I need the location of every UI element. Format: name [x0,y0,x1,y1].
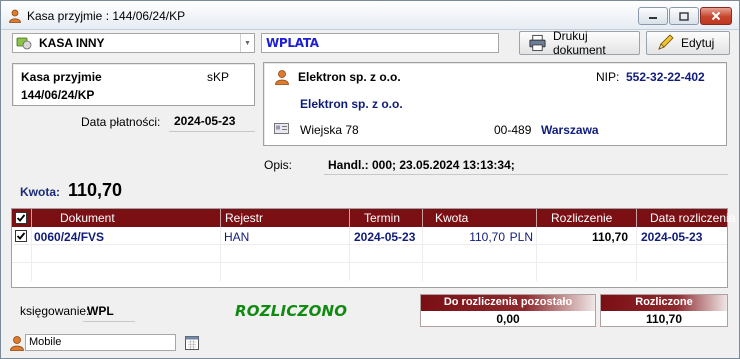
cell-settlement: 110,70 [537,227,637,244]
cell-amount: 110,70 PLN [423,227,537,244]
print-document-button[interactable]: Drukuj dokument [519,29,640,57]
contractor-name: Elektron sp. z o.o. [298,70,401,84]
nip-value: 552-32-22-402 [626,70,705,84]
empty-table-row [12,245,727,263]
cell-register: HAN [221,227,350,244]
amount-value: 110,70 [68,180,123,200]
column-header-amount[interactable]: Kwota [423,209,537,227]
user-icon [10,336,24,351]
row-checkbox[interactable] [15,230,27,242]
nip-label: NIP: [596,70,620,84]
column-header-document[interactable]: Dokument [32,209,221,227]
contractor-panel: Elektron sp. z o.o. NIP: 552-32-22-402 E… [263,62,727,146]
edit-button[interactable]: Edytuj [646,31,730,55]
maximize-button[interactable] [669,7,699,25]
remaining-box: Do rozliczenia pozostało 0,00 [420,294,596,327]
checkmark-icon [16,232,26,240]
column-header-settlement-date[interactable]: Data rozliczenia [637,209,735,227]
column-header-register[interactable]: Rejestr [221,209,350,227]
contractor-person-icon [275,70,289,85]
cell-currency: PLN [509,230,533,244]
header-select-all[interactable] [12,209,32,227]
edit-label: Edytuj [681,36,715,50]
maximize-icon [679,11,689,21]
register-icon [16,37,32,50]
description-underline [324,174,728,175]
payment-date-label: Data płatności: [81,115,161,129]
cell-amount-value: 110,70 [469,230,505,244]
settled-box: Rozliczone 110,70 [600,294,728,327]
document-sign: sKP [207,70,230,84]
payment-date-value[interactable]: 2024-05-23 [174,114,235,128]
checkmark-icon [16,214,26,222]
minimize-button[interactable] [638,7,668,25]
settled-stamp: ROZLICZONO [235,302,348,320]
booking-label: księgowanie: [20,304,90,318]
contractor-postcode: 00-489 [494,123,532,137]
description-label: Opis: [264,158,293,172]
register-value: KASA INNY [39,36,105,50]
cell-settlement-date: 2024-05-23 [641,230,703,244]
toolbar: KASA INNY ▼ WPLATA Drukuj dokument Edytu… [1,29,739,57]
contractor-full-name: Elektron sp. z o.o. [300,97,403,111]
booking-value[interactable]: WPL [87,304,114,318]
cell-document: 0060/24/FVS [32,227,221,244]
description-value[interactable]: Handl.: 000; 23.05.2024 13:13:34; [328,158,515,172]
document-window: Kasa przyjmie : 144/06/24/KP KASA INNY ▼… [0,0,740,359]
minimize-icon [649,17,657,19]
select-all-checkbox[interactable] [15,212,27,224]
close-icon [711,11,721,21]
chevron-down-icon[interactable]: ▼ [240,34,254,52]
document-number: 144/06/24/KP [21,88,95,102]
column-header-settlement[interactable]: Rozliczenie [537,209,637,227]
person-icon [9,9,21,23]
document-type-field[interactable]: WPLATA [261,33,499,53]
document-header-panel: Kasa przyjmie sKP 144/06/24/KP [12,63,255,106]
column-header-due[interactable]: Termin [350,209,423,227]
payment-date-underline [169,131,255,132]
amount-label: Kwota: [20,185,60,199]
document-type: Kasa przyjmie [21,70,102,84]
printer-icon [529,34,546,52]
empty-table-row [12,263,727,281]
address-card-icon [274,123,289,134]
title-bar: Kasa przyjmie : 144/06/24/KP [1,1,739,30]
calendar-icon[interactable] [185,335,199,350]
contractor-city: Warszawa [541,123,599,137]
status-bar: Mobile [1,331,739,358]
row-select-cell[interactable] [12,227,32,244]
contractor-street: Wiejska 78 [300,123,359,137]
register-combobox[interactable]: KASA INNY ▼ [12,33,255,53]
booking-underline [83,321,135,322]
table-header: Dokument Rejestr Termin Kwota Rozliczeni… [12,209,735,227]
remaining-value: 0,00 [496,312,520,326]
settlements-table: Dokument Rejestr Termin Kwota Rozliczeni… [11,208,735,288]
close-button[interactable] [700,7,732,25]
remaining-label: Do rozliczenia pozostało [421,295,595,311]
settled-value: 110,70 [645,312,683,326]
cell-due: 2024-05-23 [350,227,423,244]
settled-label: Rozliczone [601,295,727,311]
user-field[interactable]: Mobile [25,334,176,351]
pencil-icon [658,34,674,50]
print-document-label: Drukuj dokument [552,29,606,57]
table-row[interactable]: 0060/24/FVS HAN 2024-05-23 110,70 PLN 11… [12,227,727,245]
window-title: Kasa przyjmie : 144/06/24/KP [27,9,186,23]
